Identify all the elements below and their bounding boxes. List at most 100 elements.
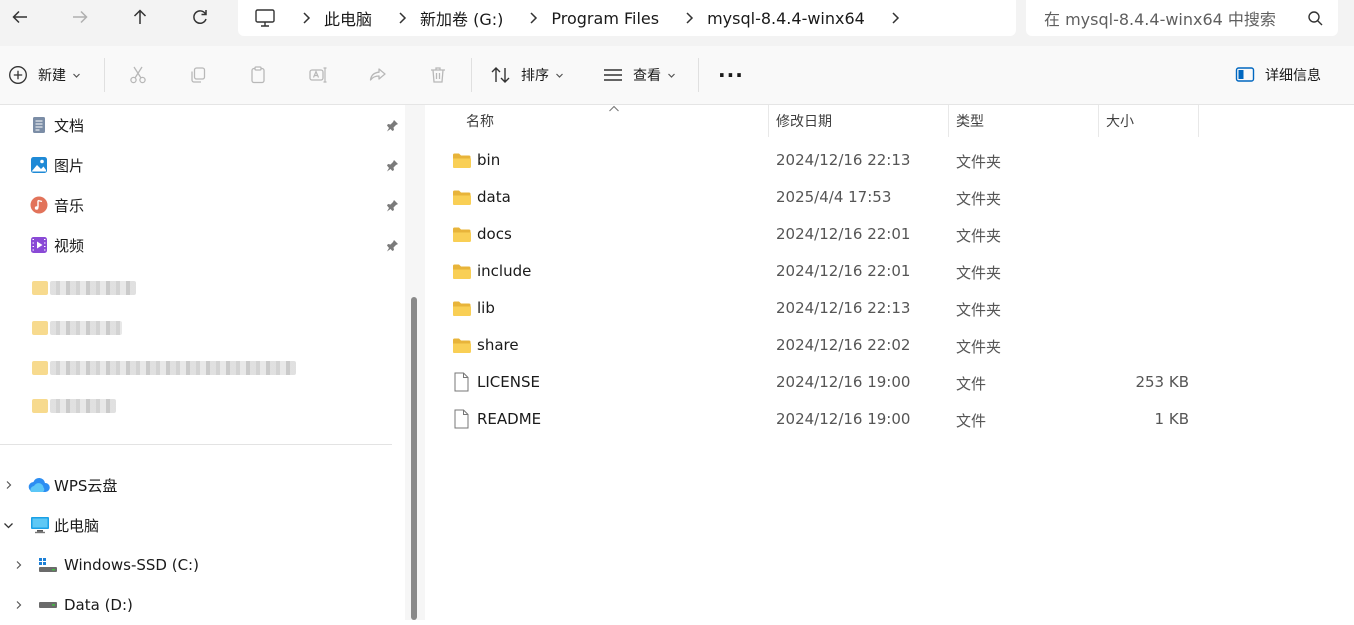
details-pane-button[interactable]: 详细信息 [1235,46,1321,104]
sidebar-item-label: 图片 [54,156,85,175]
file-size: 253 KB [1135,373,1189,391]
navigation-pane: 文档 图片 音乐 视频 WPS云盘 此电脑 Windows-SSD (C:) D… [0,105,405,620]
chevron-right-icon[interactable] [14,560,24,570]
arrow-left-icon [12,10,27,24]
sort-button[interactable]: 排序 [490,46,564,104]
chevron-down-icon [556,73,563,78]
pin-icon[interactable] [386,119,399,132]
column-divider[interactable] [1198,105,1199,137]
sidebar-item-videos[interactable]: 视频 [0,225,405,265]
file-name: bin [477,151,501,169]
file-type: 文件夹 [956,338,1002,356]
redacted-sidebar-item[interactable] [50,361,296,375]
chevron-right-icon[interactable] [4,480,14,490]
folder-icon [453,338,471,353]
file-modified: 2024/12/16 22:02 [776,336,911,354]
breadcrumb-mysql[interactable]: mysql-8.4.4-winx64 [707,9,865,28]
file-type: 文件夹 [956,301,1002,319]
folder-icon [453,301,471,316]
file-icon [454,372,469,392]
table-row[interactable]: README 2024/12/16 19:00 文件 1 KB [425,401,1354,438]
rename-button[interactable] [308,46,328,104]
chevron-right-icon[interactable] [14,600,24,610]
column-divider[interactable] [768,105,769,137]
table-row[interactable]: share 2024/12/16 22:02 文件夹 [425,327,1354,364]
file-modified: 2024/12/16 22:01 [776,262,911,280]
paste-button[interactable] [248,46,268,104]
sidebar-item-drive-d[interactable]: Data (D:) [0,585,405,625]
column-divider[interactable] [948,105,949,137]
file-type: 文件夹 [956,227,1002,245]
file-name: data [477,188,511,206]
refresh-button[interactable] [180,0,220,34]
search-icon [1308,10,1323,25]
redacted-sidebar-item[interactable] [50,399,116,413]
column-divider[interactable] [1098,105,1099,137]
chevron-right-icon[interactable] [887,10,903,26]
folder-icon [453,264,471,279]
delete-button[interactable] [428,46,448,104]
view-button[interactable]: 查看 [602,46,676,104]
search-box[interactable]: 在 mysql-8.4.4-winx64 中搜索 [1026,0,1338,36]
table-row[interactable]: include 2024/12/16 22:01 文件夹 [425,253,1354,290]
folder-icon [453,227,471,242]
sidebar-item-this-pc[interactable]: 此电脑 [0,505,405,545]
breadcrumb-drive-g[interactable]: 新加卷 (G:) [420,6,503,30]
more-options-icon: ··· [718,63,744,87]
sort-label: 排序 [521,68,549,84]
back-button[interactable] [0,0,40,34]
file-size: 1 KB [1154,410,1189,428]
column-header-label: 名称 [466,114,494,130]
breadcrumb-program-files[interactable]: Program Files [551,9,659,28]
arrow-up-icon [133,9,147,24]
pin-icon[interactable] [386,159,399,172]
sidebar-item-label: 此电脑 [54,516,100,535]
file-type: 文件夹 [956,153,1002,171]
redacted-sidebar-item[interactable] [50,321,122,335]
computer-icon [31,517,49,534]
table-row[interactable]: bin 2024/12/16 22:13 文件夹 [425,142,1354,179]
chevron-down-icon[interactable] [3,520,14,531]
drive-icon [39,558,57,572]
blurred-folder-icon [32,281,48,295]
toolbar-divider [104,58,105,92]
column-header-modified[interactable]: 修改日期 [776,105,832,137]
copy-button[interactable] [188,46,208,104]
table-row[interactable]: docs 2024/12/16 22:01 文件夹 [425,216,1354,253]
sidebar-item-wps-cloud[interactable]: WPS云盘 [0,465,405,505]
table-row[interactable]: data 2025/4/4 17:53 文件夹 [425,179,1354,216]
table-row[interactable]: lib 2024/12/16 22:13 文件夹 [425,290,1354,327]
pin-icon[interactable] [386,239,399,252]
breadcrumb-this-pc[interactable]: 此电脑 [324,6,372,30]
file-name: lib [477,299,495,317]
redacted-sidebar-item[interactable] [50,281,136,295]
table-row[interactable]: LICENSE 2024/12/16 19:00 文件 253 KB [425,364,1354,401]
more-options-button[interactable]: ··· [718,46,744,104]
file-modified: 2024/12/16 22:01 [776,225,911,243]
search-placeholder[interactable]: 在 mysql-8.4.4-winx64 中搜索 [1044,6,1307,30]
sidebar-item-label: Windows-SSD (C:) [64,556,199,574]
new-button[interactable]: 新建 [8,46,81,104]
folder-icon [453,153,471,168]
address-bar[interactable]: 此电脑 新加卷 (G:) Program Files mysql-8.4.4-w… [238,0,1016,36]
file-type: 文件 [956,375,987,393]
file-modified: 2024/12/16 22:13 [776,151,911,169]
column-header-label: 大小 [1106,114,1134,130]
sidebar-item-documents[interactable]: 文档 [0,105,405,145]
share-button[interactable] [368,46,388,104]
column-header-size[interactable]: 大小 [1106,105,1134,137]
pin-icon[interactable] [386,199,399,212]
sidebar-item-label: 音乐 [54,196,85,215]
sidebar-scrollbar-thumb[interactable] [411,297,417,620]
column-header-name[interactable]: 名称 [466,105,494,137]
view-label: 查看 [633,68,661,84]
forward-button[interactable] [60,0,100,34]
file-name: share [477,336,519,354]
sidebar-item-pictures[interactable]: 图片 [0,145,405,185]
toolbar-divider [698,58,699,92]
sidebar-item-drive-c[interactable]: Windows-SSD (C:) [0,545,405,585]
up-button[interactable] [120,0,160,34]
cut-button[interactable] [128,46,148,104]
sidebar-item-music[interactable]: 音乐 [0,185,405,225]
column-header-type[interactable]: 类型 [956,105,984,137]
